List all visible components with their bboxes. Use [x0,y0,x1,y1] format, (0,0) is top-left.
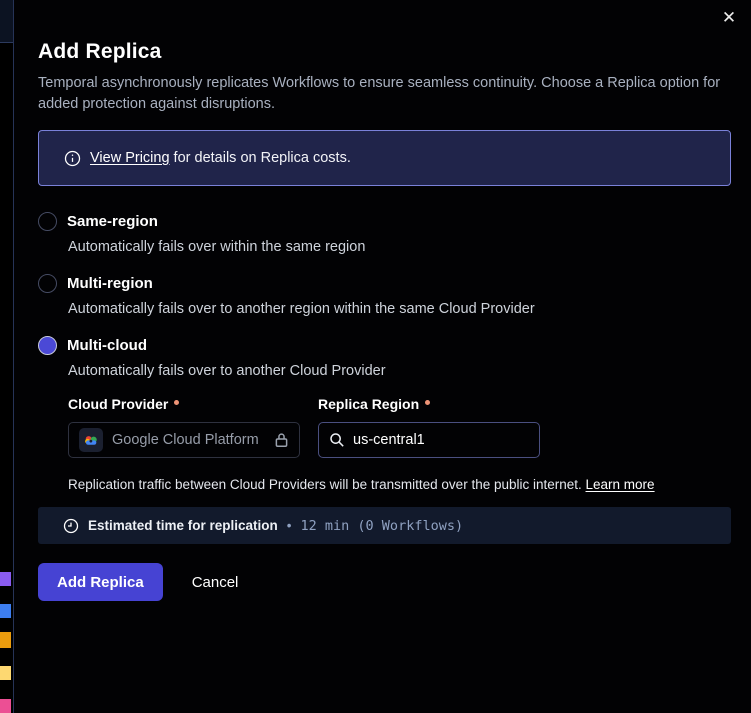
radio-label-multi-region[interactable]: Multi-region [67,275,153,292]
learn-more-link[interactable]: Learn more [586,477,655,492]
replica-region-input[interactable] [353,432,529,448]
modal-actions: Add Replica Cancel [38,563,731,601]
estimate-separator: • [287,518,292,533]
background-color-block [0,632,11,648]
radio-description-multi-region: Automatically fails over to another regi… [68,301,731,317]
cloud-provider-label: Cloud Provider [68,396,300,413]
cloud-provider-select[interactable]: Google Cloud Platform [68,422,300,458]
background-color-block [0,666,11,680]
pricing-banner-text: View Pricing for details on Replica cost… [90,150,351,166]
estimate-label: Estimated time for replication [88,518,278,533]
radio-option-multi-cloud: Multi-cloud Automatically fails over to … [38,334,731,379]
replica-region-label: Replica Region [318,396,540,413]
view-pricing-link[interactable]: View Pricing [90,150,170,166]
radio-description-multi-cloud: Automatically fails over to another Clou… [68,363,731,379]
radio-row-multi-region[interactable]: Multi-region [38,272,731,294]
pricing-banner: View Pricing for details on Replica cost… [38,130,731,186]
public-internet-note-text: Replication traffic between Cloud Provid… [68,477,586,492]
replica-region-field: Replica Region [318,396,540,458]
multi-cloud-form: Cloud Provider Google Cloud Platform [68,396,731,458]
radio-row-multi-cloud[interactable]: Multi-cloud [38,334,731,356]
replica-option-group: Same-region Automatically fails over wit… [38,210,731,379]
radio-row-same-region[interactable]: Same-region [38,210,731,232]
replica-region-input-box[interactable] [318,422,540,458]
screen: ✕ Add Replica Temporal asynchronously re… [0,0,751,713]
estimate-banner: Estimated time for replication • 12 min … [38,507,731,544]
info-icon [64,150,81,167]
public-internet-note: Replication traffic between Cloud Provid… [68,477,731,492]
pricing-banner-suffix: for details on Replica costs. [170,150,351,166]
background-color-block [0,604,11,618]
replica-region-label-text: Replica Region [318,396,419,412]
cloud-provider-value: Google Cloud Platform [112,432,265,448]
radio-multi-cloud[interactable] [38,336,57,355]
background-color-block [0,699,11,713]
add-replica-button[interactable]: Add Replica [38,563,163,601]
lock-icon [274,432,289,448]
add-replica-modal: ✕ Add Replica Temporal asynchronously re… [14,0,751,713]
radio-multi-region[interactable] [38,274,57,293]
radio-option-multi-region: Multi-region Automatically fails over to… [38,272,731,317]
close-icon[interactable]: ✕ [718,7,740,29]
cloud-provider-field: Cloud Provider Google Cloud Platform [68,396,300,458]
background-header-edge [0,0,13,43]
radio-same-region[interactable] [38,212,57,231]
search-icon [329,432,345,448]
radio-label-multi-cloud[interactable]: Multi-cloud [67,337,147,354]
required-dot [174,400,179,405]
radio-label-same-region[interactable]: Same-region [67,213,158,230]
radio-description-same-region: Automatically fails over within the same… [68,239,731,255]
gcp-icon [79,428,103,452]
page-title: Add Replica [38,40,731,64]
background-color-block [0,572,11,586]
cancel-button[interactable]: Cancel [192,574,239,591]
cloud-provider-label-text: Cloud Provider [68,396,168,412]
background-page-edge [0,0,14,713]
required-dot [425,400,430,405]
clock-icon [63,518,79,534]
estimate-value: 12 min (0 Workflows) [301,518,464,534]
modal-description: Temporal asynchronously replicates Workf… [38,73,731,115]
radio-option-same-region: Same-region Automatically fails over wit… [38,210,731,255]
